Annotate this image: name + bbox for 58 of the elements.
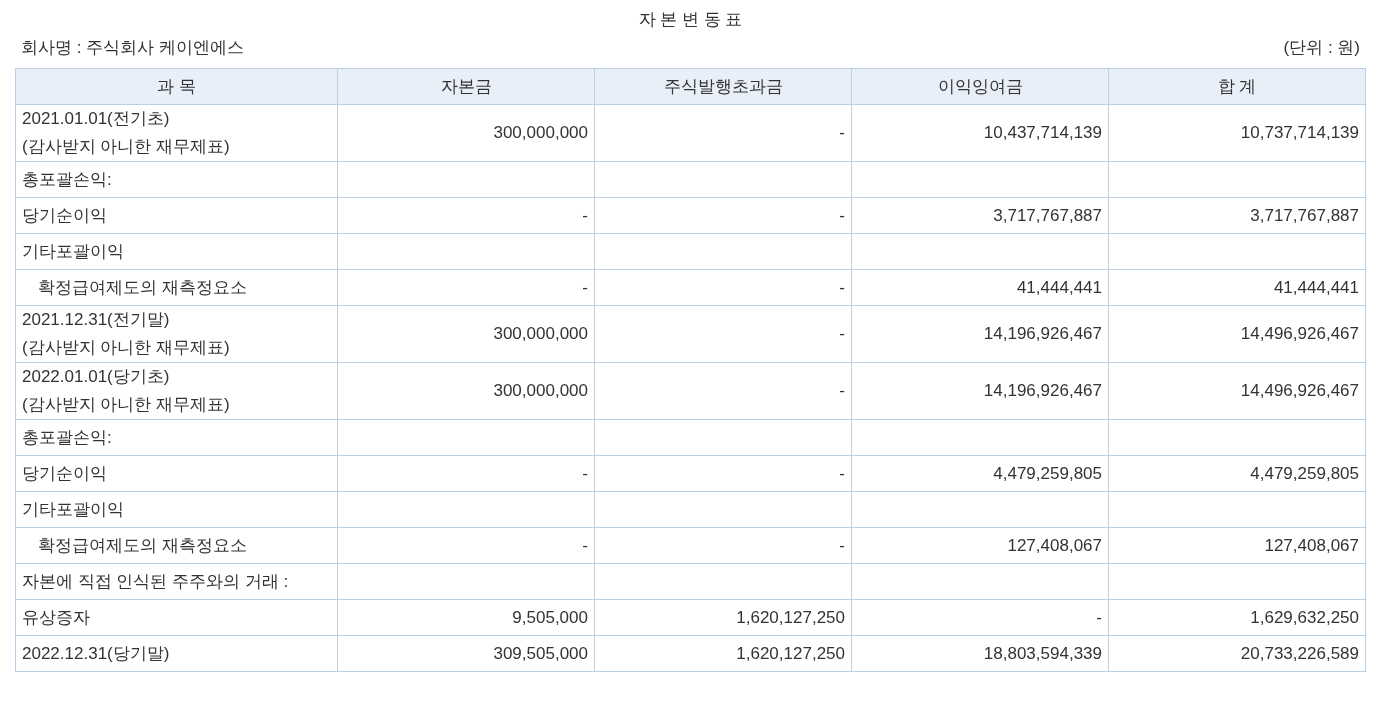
amount: 1,620,127,250 [736,607,845,627]
row-label: 당기순이익 [22,205,107,225]
amount: - [839,535,845,555]
amount: 14,496,926,467 [1240,324,1359,343]
amount: 300,000,000 [493,381,588,400]
amount: 4,479,259,805 [993,463,1102,483]
amount: 20,733,226,589 [1240,643,1359,663]
amount: - [582,463,588,483]
amount: - [839,123,845,142]
row-label: 2021.01.01(전기초) (감사받지 아니한 재무제표) [22,109,230,156]
column-header: 합 계 [1108,68,1366,105]
amount: - [839,324,845,343]
row-label: 자본에 직접 인식된 주주와의 거래 : [22,571,289,591]
amount: - [582,277,588,297]
amount: 10,737,714,139 [1240,123,1359,142]
company-name: 회사명 : 주식회사 케이엔에스 [21,37,244,59]
amount: - [839,205,845,225]
row-label: 확정급여제도의 재측정요소 [38,535,247,555]
row-label: 총포괄손익: [22,169,112,189]
amount: - [839,463,845,483]
unit-label: (단위 : 원) [1283,37,1360,59]
column-header: 과 목 [15,68,338,105]
report-title: 자 본 변 동 표 [638,10,743,29]
amount: 14,196,926,467 [983,381,1102,400]
amount: 9,505,000 [512,607,588,627]
row-label: 기타포괄이익 [22,241,124,261]
row-label: 기타포괄이익 [22,499,124,519]
row-label: 총포괄손익: [22,427,112,447]
row-label: 유상증자 [22,607,90,627]
amount: 3,717,767,887 [993,205,1102,225]
amount: 309,505,000 [493,643,588,663]
amount: - [839,277,845,297]
amount: 4,479,259,805 [1250,463,1359,483]
amount: 1,629,632,250 [1250,607,1359,627]
row-label: 2022.12.31(당기말) [22,643,170,663]
amount: 14,496,926,467 [1240,381,1359,400]
row-label: 당기순이익 [22,463,107,483]
amount: 3,717,767,887 [1250,205,1359,225]
amount: 127,408,067 [1264,535,1359,555]
row-label: 2022.01.01(당기초) (감사받지 아니한 재무제표) [22,367,230,414]
amount: 41,444,441 [1273,277,1359,297]
column-header: 자본금 [337,68,595,105]
amount: 41,444,441 [1016,277,1102,297]
column-header: 주식발행초과금 [594,68,852,105]
amount: 300,000,000 [493,324,588,343]
amount: - [839,381,845,400]
amount: - [582,535,588,555]
amount: - [582,205,588,225]
amount: 1,620,127,250 [736,643,845,663]
amount: 127,408,067 [1007,535,1102,555]
amount: 300,000,000 [493,123,588,142]
row-label: 확정급여제도의 재측정요소 [38,277,247,297]
column-header: 이익잉여금 [851,68,1109,105]
amount: 14,196,926,467 [983,324,1102,343]
amount: 18,803,594,339 [983,643,1102,663]
row-label: 2021.12.31(전기말) (감사받지 아니한 재무제표) [22,310,230,357]
amount: 10,437,714,139 [983,123,1102,142]
amount: - [1096,607,1102,627]
